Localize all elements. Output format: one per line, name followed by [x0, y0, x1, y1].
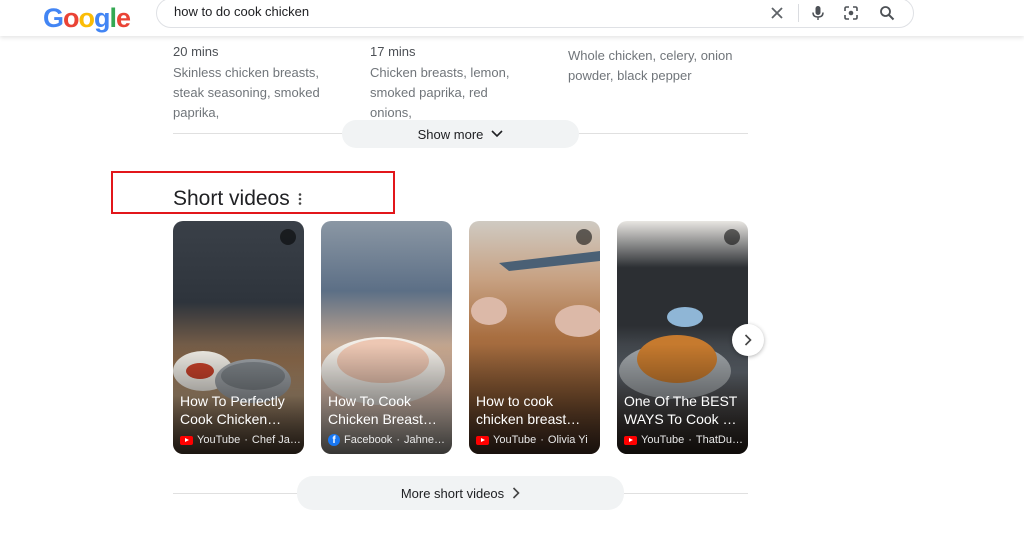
chevron-down-icon	[491, 130, 503, 138]
video-title: One Of The BEST WAYS To Cook …	[624, 393, 738, 427]
separator: ·	[688, 434, 692, 446]
facebook-icon: f	[328, 434, 340, 446]
show-more-label: Show more	[417, 126, 484, 142]
recipe-card[interactable]: 17 mins Chicken breasts, lemon, smoked p…	[370, 44, 550, 123]
video-source: YouTube · Olivia Yi	[476, 434, 588, 446]
recipe-ingredients: Whole chicken, celery, onion powder, bla…	[568, 48, 733, 83]
youtube-icon	[180, 435, 193, 445]
section-title: Short videos	[173, 187, 290, 210]
recipe-time: 20 mins	[173, 44, 219, 59]
video-title: How To Perfectly Cook Chicken…	[180, 393, 285, 427]
source-name: Facebook	[344, 434, 393, 446]
expand-icon[interactable]	[280, 229, 296, 245]
microphone-icon[interactable]	[808, 3, 828, 23]
youtube-icon	[624, 435, 637, 445]
video-source: f Facebook · Jahne…	[328, 434, 445, 446]
more-short-videos-label: More short videos	[400, 485, 505, 501]
logo-letter: g	[94, 3, 110, 33]
source-name: YouTube	[197, 434, 241, 446]
separator: ·	[244, 434, 248, 446]
chevron-right-icon	[513, 487, 520, 499]
search-divider	[798, 4, 799, 22]
lens-icon[interactable]	[841, 3, 861, 23]
logo-letter: o	[63, 3, 79, 33]
recipe-card[interactable]: Whole chicken, celery, onion powder, bla…	[568, 46, 748, 86]
more-short-videos-button[interactable]: More short videos	[297, 476, 624, 510]
recipe-card[interactable]: 20 mins Skinless chicken breasts, steak …	[173, 44, 353, 123]
search-input[interactable]: how to do cook chicken	[174, 4, 309, 19]
clear-icon[interactable]	[767, 3, 787, 23]
logo-letter: e	[116, 3, 131, 33]
logo-letter: o	[78, 3, 95, 33]
author-name: Chef Ja…	[251, 434, 301, 446]
video-source: YouTube · ThatDu…	[624, 434, 743, 446]
video-title: How to cook chicken breast…	[476, 393, 581, 427]
source-name: YouTube	[493, 434, 537, 446]
youtube-icon	[476, 435, 489, 445]
google-logo[interactable]: Google	[43, 3, 131, 34]
video-card[interactable]: How to cook chicken breast… YouTube · Ol…	[469, 221, 600, 454]
author-name: Olivia Yi	[547, 434, 588, 446]
video-source: YouTube · Chef Ja…	[180, 434, 301, 446]
separator: ·	[540, 434, 544, 446]
search-icon[interactable]	[877, 3, 897, 23]
show-more-button[interactable]: Show more	[342, 120, 579, 148]
expand-icon[interactable]	[576, 229, 592, 245]
separator: ·	[396, 434, 400, 446]
video-title: How To Cook Chicken Breast…	[328, 393, 437, 427]
search-box[interactable]: how to do cook chicken	[156, 0, 914, 28]
video-card[interactable]: One Of The BEST WAYS To Cook … YouTube ·…	[617, 221, 748, 454]
author-name: Jahne…	[403, 434, 445, 446]
recipe-ingredients: Skinless chicken breasts, steak seasonin…	[173, 65, 320, 120]
top-header: Google how to do cook chicken	[0, 0, 1024, 36]
chevron-right-icon	[744, 334, 752, 346]
source-name: YouTube	[641, 434, 685, 446]
expand-icon[interactable]	[724, 229, 740, 245]
video-card[interactable]: How To Cook Chicken Breast… f Facebook ·…	[321, 221, 452, 454]
recipe-ingredients: Chicken breasts, lemon, smoked paprika, …	[370, 65, 510, 120]
recipe-time: 17 mins	[370, 44, 416, 59]
carousel-next-button[interactable]	[732, 324, 764, 356]
logo-letter: G	[43, 3, 64, 33]
more-options-icon[interactable]	[296, 192, 304, 206]
author-name: ThatDu…	[695, 434, 743, 446]
video-card[interactable]: How To Perfectly Cook Chicken… YouTube ·…	[173, 221, 304, 454]
